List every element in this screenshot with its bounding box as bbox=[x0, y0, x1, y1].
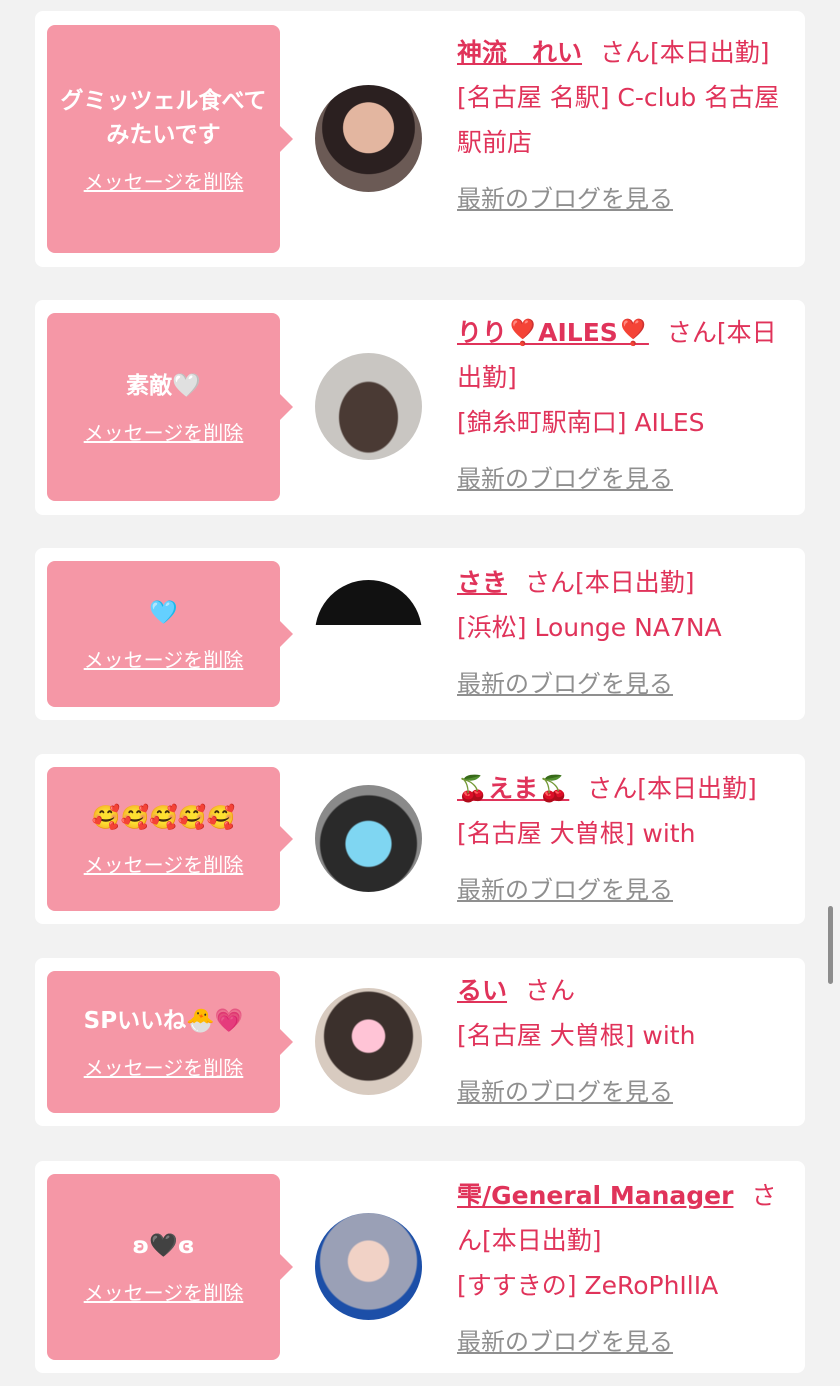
delete-message-link[interactable]: メッセージを削除 bbox=[84, 166, 244, 195]
favorite-card: グミッツェル食べてみたいです メッセージを削除 神流 れい さん[本日出勤] [名… bbox=[35, 11, 805, 267]
shop-location: [錦糸町駅南口] AILES bbox=[457, 408, 705, 437]
latest-blog-link[interactable]: 最新のブログを見る bbox=[457, 1320, 673, 1365]
shop-location: [名古屋 大曽根] with bbox=[457, 819, 696, 848]
shop-location: [名古屋 名駅] C-club 名古屋駅前店 bbox=[457, 83, 780, 157]
message-text: グミッツェル食べてみたいです bbox=[60, 87, 267, 148]
latest-blog-link[interactable]: 最新のブログを見る bbox=[457, 662, 673, 707]
cast-name-link[interactable]: 雫/General Manager bbox=[457, 1181, 733, 1210]
cast-name-link[interactable]: 🍒えま🍒 bbox=[457, 774, 569, 803]
message-text: SPいいね🐣💗 bbox=[83, 1007, 244, 1034]
avatar[interactable] bbox=[315, 353, 422, 460]
shop-location: [すすきの] ZeRoPhIlIA bbox=[457, 1271, 719, 1300]
message-bubble: グミッツェル食べてみたいです メッセージを削除 bbox=[47, 25, 293, 253]
message-text: 🩵 bbox=[149, 599, 178, 626]
avatar[interactable] bbox=[315, 988, 422, 1095]
cast-status: さん[本日出勤] bbox=[600, 38, 770, 67]
message-bubble: 🥰🥰🥰🥰🥰 メッセージを削除 bbox=[47, 767, 293, 911]
shop-location: [浜松] Lounge NA7NA bbox=[457, 613, 722, 642]
delete-message-link[interactable]: メッセージを削除 bbox=[84, 644, 244, 673]
avatar[interactable] bbox=[315, 1213, 422, 1320]
message-text: ʚ🖤ɞ bbox=[132, 1232, 195, 1259]
latest-blog-link[interactable]: 最新のブログを見る bbox=[457, 177, 673, 222]
message-bubble: 素敵🤍 メッセージを削除 bbox=[47, 313, 293, 501]
shop-location: [名古屋 大曽根] with bbox=[457, 1021, 696, 1050]
favorite-card: ʚ🖤ɞ メッセージを削除 雫/General Manager さん[本日出勤] [… bbox=[35, 1161, 805, 1373]
cast-info: るい さん [名古屋 大曽根] with 最新のブログを見る bbox=[457, 968, 795, 1115]
favorite-card: SPいいね🐣💗 メッセージを削除 るい さん [名古屋 大曽根] with 最新の… bbox=[35, 958, 805, 1126]
favorite-card: 🥰🥰🥰🥰🥰 メッセージを削除 🍒えま🍒 さん[本日出勤] [名古屋 大曽根] wi… bbox=[35, 754, 805, 924]
cast-info: 🍒えま🍒 さん[本日出勤] [名古屋 大曽根] with 最新のブログを見る bbox=[457, 766, 795, 913]
cast-status: さん[本日出勤] bbox=[525, 568, 695, 597]
cast-info: 神流 れい さん[本日出勤] [名古屋 名駅] C-club 名古屋駅前店 最新の… bbox=[457, 30, 795, 222]
delete-message-link[interactable]: メッセージを削除 bbox=[84, 849, 244, 878]
message-bubble: 🩵 メッセージを削除 bbox=[47, 561, 293, 707]
message-text: 素敵🤍 bbox=[126, 372, 201, 399]
latest-blog-link[interactable]: 最新のブログを見る bbox=[457, 868, 673, 913]
message-bubble: ʚ🖤ɞ メッセージを削除 bbox=[47, 1174, 293, 1360]
cast-name-link[interactable]: るい bbox=[457, 976, 507, 1005]
message-text: 🥰🥰🥰🥰🥰 bbox=[91, 804, 236, 831]
delete-message-link[interactable]: メッセージを削除 bbox=[84, 1052, 244, 1081]
cast-name-link[interactable]: さき bbox=[457, 568, 507, 597]
cast-name-link[interactable]: りり❣️AILES❣️ bbox=[457, 318, 649, 347]
cast-name-link[interactable]: 神流 れい bbox=[457, 38, 582, 67]
cast-status: さん[本日出勤] bbox=[587, 774, 757, 803]
latest-blog-link[interactable]: 最新のブログを見る bbox=[457, 457, 673, 502]
cast-status: さん bbox=[525, 976, 576, 1005]
cast-info: 雫/General Manager さん[本日出勤] [すすきの] ZeRoPhI… bbox=[457, 1173, 795, 1365]
avatar[interactable] bbox=[315, 580, 422, 687]
delete-message-link[interactable]: メッセージを削除 bbox=[84, 417, 244, 446]
scrollbar[interactable] bbox=[828, 906, 833, 984]
avatar[interactable] bbox=[315, 785, 422, 892]
latest-blog-link[interactable]: 最新のブログを見る bbox=[457, 1070, 673, 1115]
avatar[interactable] bbox=[315, 85, 422, 192]
favorite-card: 🩵 メッセージを削除 さき さん[本日出勤] [浜松] Lounge NA7NA … bbox=[35, 548, 805, 720]
message-bubble: SPいいね🐣💗 メッセージを削除 bbox=[47, 971, 293, 1113]
cast-info: さき さん[本日出勤] [浜松] Lounge NA7NA 最新のブログを見る bbox=[457, 560, 795, 707]
cast-info: りり❣️AILES❣️ さん[本日出勤] [錦糸町駅南口] AILES 最新のブロ… bbox=[457, 310, 795, 502]
favorite-card: 素敵🤍 メッセージを削除 りり❣️AILES❣️ さん[本日出勤] [錦糸町駅南口… bbox=[35, 300, 805, 515]
delete-message-link[interactable]: メッセージを削除 bbox=[84, 1277, 244, 1306]
